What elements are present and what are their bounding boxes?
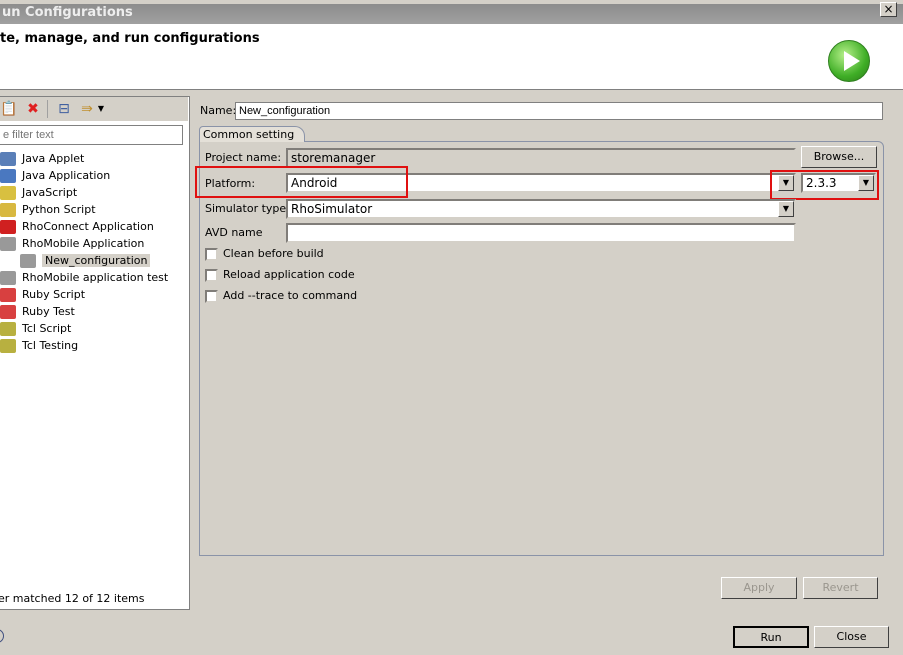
- filter-input[interactable]: [0, 125, 183, 145]
- tree-item[interactable]: JavaScript: [0, 184, 77, 201]
- filter-icon[interactable]: ⇛: [78, 100, 96, 118]
- tree-item[interactable]: Java Application: [0, 167, 110, 184]
- project-name-label: Project name:: [205, 151, 282, 164]
- collapse-all-icon[interactable]: ⊟: [55, 100, 73, 118]
- apply-button[interactable]: Apply: [721, 577, 797, 599]
- toolbar-divider: [47, 100, 48, 118]
- duplicate-icon[interactable]: 📋: [0, 100, 18, 118]
- tree-item-label: Tcl Testing: [22, 339, 79, 352]
- run-icon: [828, 40, 870, 82]
- simulator-value: RhoSimulator: [291, 202, 373, 216]
- tree-item-label: Java Application: [22, 169, 111, 182]
- tree-item-label: RhoMobile Application: [22, 237, 145, 250]
- tree-item[interactable]: RhoConnect Application: [0, 218, 154, 235]
- rhomobile-icon: [0, 271, 16, 285]
- add-trace-label: Add --trace to command: [223, 289, 358, 302]
- tree-item[interactable]: Java Applet: [0, 150, 84, 167]
- rhomobile-icon: [0, 237, 16, 251]
- rhomobile-icon: [20, 254, 36, 268]
- tree-item[interactable]: RhoMobile Application: [0, 235, 144, 252]
- avd-name-label: AVD name: [205, 226, 263, 239]
- tcl-icon: [0, 339, 16, 353]
- name-label: Name:: [200, 104, 237, 117]
- run-button[interactable]: Run: [733, 626, 809, 648]
- tcl-icon: [0, 322, 16, 336]
- add-trace-checkbox[interactable]: [205, 290, 218, 303]
- tree-item[interactable]: RhoMobile application test: [0, 269, 168, 286]
- java-applet-icon: [0, 152, 16, 166]
- tree-item-label: Ruby Test: [22, 305, 75, 318]
- clean-before-build-label: Clean before build: [223, 247, 324, 260]
- tree-item-label: Tcl Script: [22, 322, 72, 335]
- reload-app-code-checkbox[interactable]: [205, 269, 218, 282]
- tree-item-label: Python Script: [22, 203, 96, 216]
- window-title: un Configurations: [2, 5, 133, 20]
- dialog-header: te, manage, and run configurations: [0, 24, 903, 90]
- project-name-field: storemanager: [286, 148, 796, 168]
- tree-item[interactable]: Ruby Script: [0, 286, 85, 303]
- tree-item[interactable]: New_configuration: [20, 252, 151, 269]
- dropdown-arrow-icon[interactable]: ▼: [96, 100, 106, 118]
- tree-item[interactable]: Tcl Script: [0, 320, 71, 337]
- chevron-down-icon[interactable]: ▼: [778, 201, 794, 217]
- tree-item-label: Ruby Script: [22, 288, 86, 301]
- clean-before-build-checkbox[interactable]: [205, 248, 218, 261]
- title-bar: un Configurations: [0, 0, 903, 24]
- browse-button[interactable]: Browse...: [801, 146, 877, 168]
- delete-icon[interactable]: ✖: [24, 100, 42, 118]
- tree-item-label: Java Applet: [22, 152, 85, 165]
- dialog-heading: te, manage, and run configurations: [0, 31, 260, 46]
- tree-item[interactable]: Ruby Test: [0, 303, 75, 320]
- tree-item[interactable]: Tcl Testing: [0, 337, 78, 354]
- platform-highlight: [195, 166, 408, 198]
- filter-status: er matched 12 of 12 items: [0, 592, 145, 605]
- python-icon: [0, 203, 16, 217]
- tree-item-label: RhoMobile application test: [22, 271, 169, 284]
- revert-button[interactable]: Revert: [803, 577, 878, 599]
- ruby-test-icon: [0, 305, 16, 319]
- tree-item-label: New_configuration: [42, 254, 151, 267]
- tree-item[interactable]: Python Script: [0, 201, 96, 218]
- name-input[interactable]: [235, 102, 883, 120]
- close-window-button[interactable]: ×: [880, 2, 897, 17]
- tree-item-label: RhoConnect Application: [22, 220, 154, 233]
- tree-item-label: JavaScript: [22, 186, 78, 199]
- close-button[interactable]: Close: [814, 626, 889, 648]
- javascript-icon: [0, 186, 16, 200]
- help-icon[interactable]: [0, 629, 4, 643]
- avd-name-input[interactable]: [286, 223, 796, 243]
- tab-common-setting[interactable]: Common setting: [199, 126, 305, 142]
- reload-app-code-label: Reload application code: [223, 268, 355, 281]
- simulator-type-select[interactable]: RhoSimulator: [286, 199, 796, 219]
- simulator-type-label: Simulator type:: [205, 202, 290, 215]
- version-highlight: [770, 170, 879, 200]
- ruby-icon: [0, 288, 16, 302]
- rhoconnect-icon: [0, 220, 16, 234]
- java-app-icon: [0, 169, 16, 183]
